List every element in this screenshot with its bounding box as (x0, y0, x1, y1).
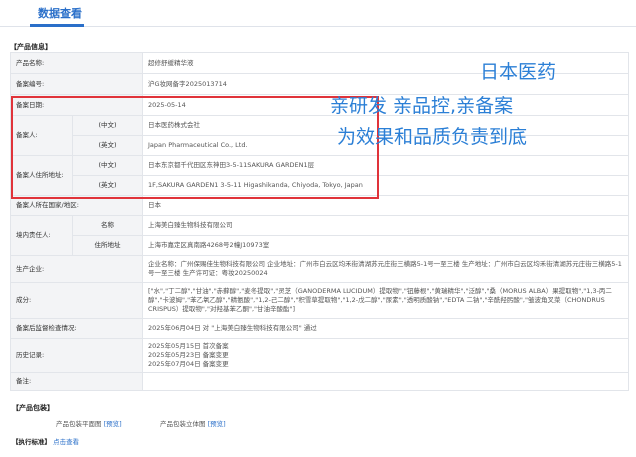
row-domestic-address: 住所地址 上海市嘉定区真南路4268号2幢J10973室 (11, 235, 630, 256)
domestic-addr-label: 住所地址 (71, 235, 144, 256)
highlight-box (11, 96, 379, 199)
domestic-name-label: 名称 (71, 215, 144, 236)
post-check-label: 备案后监督检查情况: (9, 318, 144, 339)
packaging-stereo-preview-link[interactable]: [预览] (208, 420, 226, 428)
packaging-flat: 产品包装平面图 [预览] (56, 418, 122, 428)
ingredients-label: 成分: (9, 282, 144, 319)
producer-value: 企业名称：广州保赐佳生物科技有限公司 企业地址：广州市白云区均禾街清湖苏元庄街三… (142, 255, 630, 283)
packaging-stereo-label: 产品包装立体图 (160, 420, 206, 428)
row-domestic-name: 境内责任人: 名称 上海美白臻生物科技有限公司 (10, 215, 630, 256)
remark-value (142, 372, 630, 391)
history-entry: 2025年05月15日 首次备案 (148, 342, 229, 351)
tab-bar: 数据查看 (0, 0, 636, 27)
execution-view-link[interactable]: 点击查看 (53, 438, 79, 446)
tab-data-view[interactable]: 数据查看 (38, 5, 82, 21)
domestic-name-value: 上海美白臻生物科技有限公司 (142, 215, 630, 236)
section-product-info: 【产品信息】 (10, 43, 52, 51)
history-label: 历史记录: (9, 338, 144, 373)
domestic-addr-value: 上海市嘉定区真南路4268号2幢J10973室 (142, 235, 630, 256)
section-packaging: 【产品包装】 (12, 404, 54, 412)
row-history: 历史记录: 2025年05月15日 首次备案 2025年05月23日 备案变更 … (9, 338, 630, 373)
overlay-line-3: 为效果和品质负责到底 (337, 126, 528, 148)
section-execution: 【执行标准】 (12, 438, 51, 446)
history-value: 2025年05月15日 首次备案 2025年05月23日 备案变更 2025年0… (142, 338, 630, 373)
remark-label: 备注: (9, 372, 144, 391)
ingredients-value: ["水","丁二醇","甘油","赤藓醇","麦冬提取","灵芝（GANODER… (142, 282, 630, 319)
active-tab-indicator (30, 24, 84, 27)
overlay-line-2: 亲研发 亲品控,亲备案 (330, 95, 514, 117)
packaging-stereo: 产品包装立体图 [预览] (160, 418, 226, 428)
producer-label: 生产企业: (9, 255, 144, 283)
row-ingredients: 成分: ["水","丁二醇","甘油","赤藓醇","麦冬提取","灵芝（GAN… (9, 282, 630, 319)
row-remark: 备注: (9, 372, 630, 391)
history-entry: 2025年07月04日 备案变更 (148, 359, 229, 368)
filing-no-label: 备案编号: (9, 73, 144, 95)
row-producer: 生产企业: 企业名称：广州保赐佳生物科技有限公司 企业地址：广州市白云区均禾街清… (9, 255, 630, 283)
domestic-label: 境内责任人: (10, 215, 73, 256)
packaging-flat-preview-link[interactable]: [预览] (104, 420, 122, 428)
packaging-flat-label: 产品包装平面图 (56, 420, 102, 428)
history-entry: 2025年05月23日 备案变更 (148, 351, 229, 360)
post-check-value: 2025年06月04日 对 "上海美白臻生物科技有限公司" 通过 (142, 318, 630, 339)
overlay-line-1: 日本医药 (480, 61, 557, 83)
product-name-label: 产品名称: (9, 52, 144, 74)
row-post-check: 备案后监督检查情况: 2025年06月04日 对 "上海美白臻生物科技有限公司"… (9, 318, 630, 339)
execution-row: 【执行标准】 点击查看 (12, 436, 79, 446)
